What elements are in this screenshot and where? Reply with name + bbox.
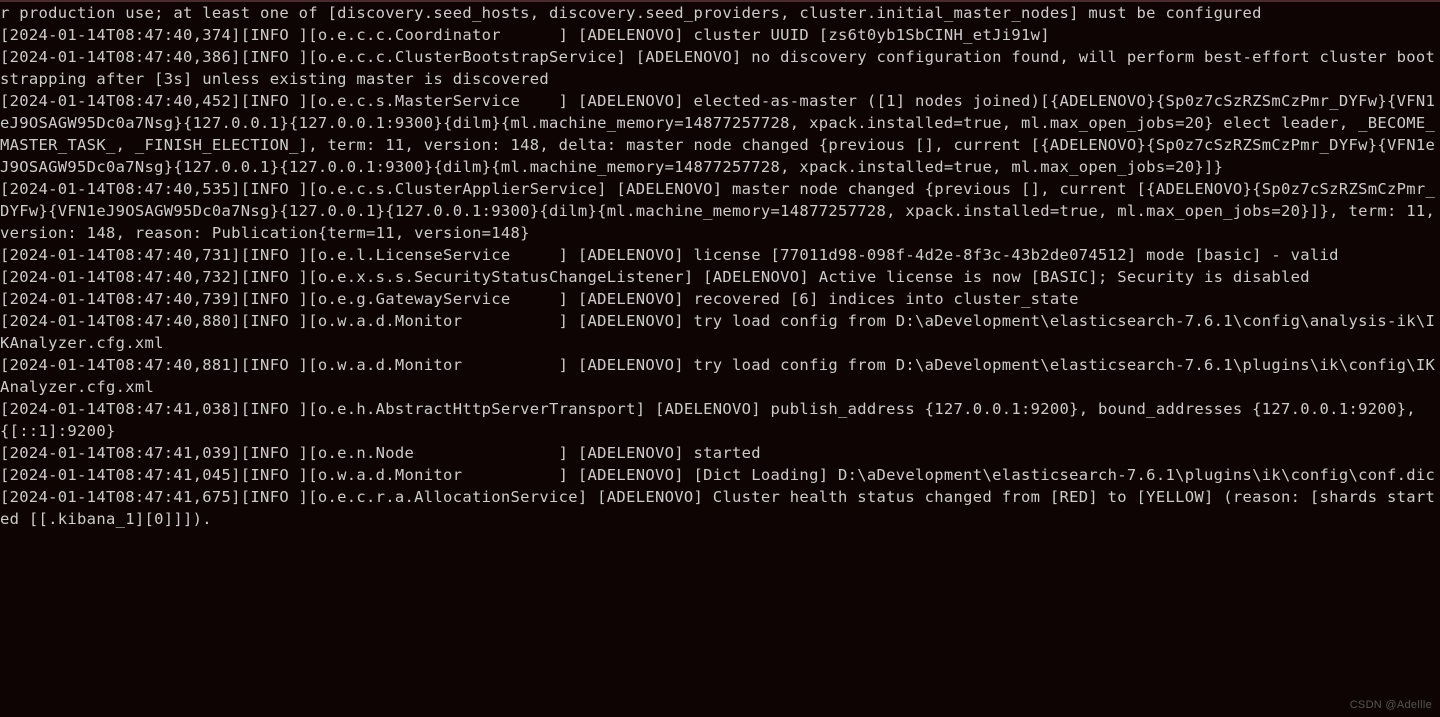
watermark-text: CSDN @Adellle [1350,698,1432,714]
log-line: [2024-01-14T08:47:40,739][INFO ][o.e.g.G… [0,288,1436,310]
log-line: [2024-01-14T08:47:41,038][INFO ][o.e.h.A… [0,398,1436,442]
log-line: [2024-01-14T08:47:41,039][INFO ][o.e.n.N… [0,442,1436,464]
log-line: r production use; at least one of [disco… [0,2,1436,24]
log-line: [2024-01-14T08:47:40,731][INFO ][o.e.l.L… [0,244,1436,266]
log-line: [2024-01-14T08:47:41,045][INFO ][o.w.a.d… [0,464,1436,486]
log-line: [2024-01-14T08:47:40,535][INFO ][o.e.c.s… [0,178,1436,244]
log-line: [2024-01-14T08:47:40,452][INFO ][o.e.c.s… [0,90,1436,178]
terminal-output[interactable]: r production use; at least one of [disco… [0,2,1440,530]
log-line: [2024-01-14T08:47:40,732][INFO ][o.e.x.s… [0,266,1436,288]
log-line: [2024-01-14T08:47:41,675][INFO ][o.e.c.r… [0,486,1436,530]
log-line: [2024-01-14T08:47:40,880][INFO ][o.w.a.d… [0,310,1436,354]
log-line: [2024-01-14T08:47:40,881][INFO ][o.w.a.d… [0,354,1436,398]
log-line: [2024-01-14T08:47:40,386][INFO ][o.e.c.c… [0,46,1436,90]
log-line: [2024-01-14T08:47:40,374][INFO ][o.e.c.c… [0,24,1436,46]
